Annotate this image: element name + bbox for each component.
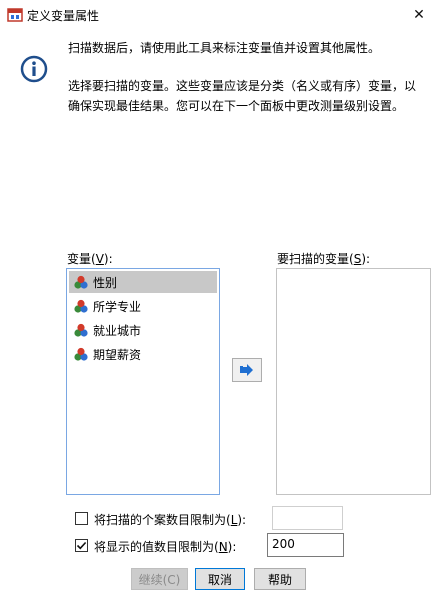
nominal-measure-icon xyxy=(74,323,88,337)
list-item[interactable]: 期望薪资 xyxy=(69,343,217,365)
info-icon xyxy=(20,55,48,83)
limit-cases-label: 将扫描的个案数目限制为(L): xyxy=(94,513,247,527)
move-to-target-button[interactable] xyxy=(232,358,262,382)
app-icon xyxy=(7,8,23,22)
variables-list[interactable]: 性别 所学专业 就业城市 期望薪资 xyxy=(66,268,220,495)
limit-values-checkbox[interactable] xyxy=(75,539,88,552)
limit-values-input[interactable]: 200 xyxy=(267,533,344,557)
continue-button[interactable]: 继续(C) xyxy=(131,568,188,590)
instruction-text: 扫描数据后，请使用此工具来标注变量值并设置其他属性。 xyxy=(68,41,381,55)
close-icon: ✕ xyxy=(413,7,425,23)
window-title: 定义变量属性 xyxy=(27,9,100,23)
close-button[interactable]: ✕ xyxy=(396,0,442,30)
help-button[interactable]: 帮助 xyxy=(254,568,306,590)
variables-label: 变量(V): xyxy=(67,252,113,266)
list-item[interactable]: 性别 xyxy=(69,271,217,293)
checkmark-icon xyxy=(76,541,87,550)
limit-values-label: 将显示的值数目限制为(N): xyxy=(94,540,237,554)
list-item[interactable]: 就业城市 xyxy=(69,319,217,341)
arrow-right-icon xyxy=(240,364,253,376)
limit-cases-checkbox[interactable] xyxy=(75,512,88,525)
scan-variables-list[interactable] xyxy=(276,268,431,495)
nominal-measure-icon xyxy=(74,275,88,289)
scan-variables-label: 要扫描的变量(S): xyxy=(277,252,371,266)
list-item[interactable]: 所学专业 xyxy=(69,295,217,317)
cancel-button[interactable]: 取消 xyxy=(195,568,245,590)
selection-hint-text: 选择要扫描的变量。这些变量应该是分类（名义或有序）变量，以确保实现最佳结果。您可… xyxy=(68,79,417,113)
title-bar: 定义变量属性 ✕ xyxy=(0,0,442,30)
limit-cases-input[interactable] xyxy=(272,506,343,530)
nominal-measure-icon xyxy=(74,347,88,361)
nominal-measure-icon xyxy=(74,299,88,313)
